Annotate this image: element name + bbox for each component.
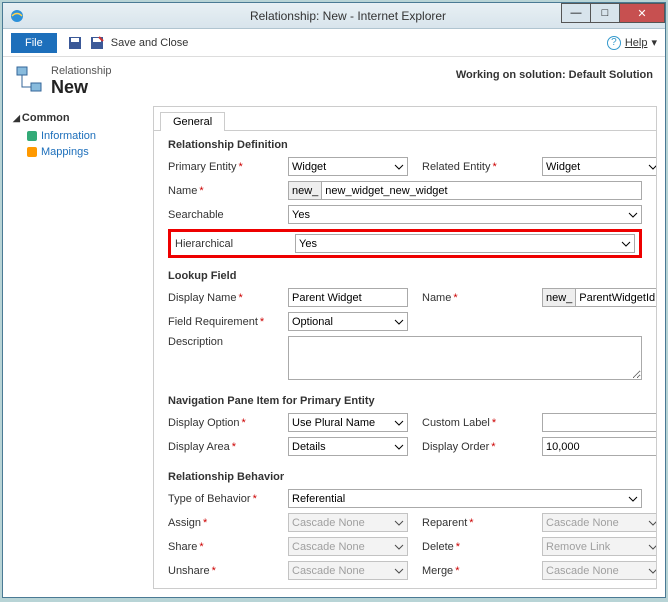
content-panel: General Relationship Definition Primary … [153, 106, 657, 589]
searchable-select[interactable]: Yes [288, 205, 642, 224]
save-close-button[interactable]: Save and Close [111, 37, 189, 49]
section-nav: Navigation Pane Item for Primary Entity [168, 395, 642, 407]
section-rel-def: Relationship Definition [168, 139, 642, 151]
mappings-icon [27, 147, 37, 157]
section-lookup: Lookup Field [168, 270, 642, 282]
lookup-name-input[interactable] [575, 288, 657, 307]
unshare-select: Cascade None [288, 561, 408, 580]
assign-select: Cascade None [288, 513, 408, 532]
lookup-name-prefix: new_ [542, 288, 575, 307]
sidebar-item-information[interactable]: Information [13, 128, 143, 144]
description-textarea[interactable] [288, 336, 642, 380]
display-name-input[interactable] [288, 288, 408, 307]
delete-select: Remove Link [542, 537, 657, 556]
entity-type: Relationship [51, 65, 112, 77]
sidebar-item-mappings[interactable]: Mappings [13, 144, 143, 160]
ie-icon [9, 8, 25, 24]
reparent-select: Cascade None [542, 513, 657, 532]
toolbar: File Save and Close ? Help ▾ [3, 29, 665, 57]
relationship-icon [15, 65, 43, 93]
help-icon: ? [607, 36, 621, 50]
header: Relationship New Working on solution: De… [3, 57, 665, 106]
field-requirement-select[interactable]: Optional [288, 312, 408, 331]
name-prefix: new_ [288, 181, 321, 200]
sidebar: ◢Common Information Mappings [3, 106, 153, 597]
custom-label-input [542, 413, 657, 432]
hierarchical-highlight: HierarchicalYes [168, 229, 642, 258]
file-menu[interactable]: File [11, 33, 57, 53]
primary-entity-select[interactable]: Widget [288, 157, 408, 176]
window: Relationship: New - Internet Explorer — … [2, 2, 666, 598]
tab-general[interactable]: General [160, 112, 225, 131]
behavior-type-select[interactable]: Referential [288, 489, 642, 508]
related-entity-select[interactable]: Widget [542, 157, 657, 176]
help-menu[interactable]: ? Help ▾ [607, 36, 657, 50]
merge-select: Cascade None [542, 561, 657, 580]
share-select: Cascade None [288, 537, 408, 556]
display-area-select[interactable]: Details [288, 437, 408, 456]
entity-name: New [51, 77, 112, 98]
sidebar-group-common[interactable]: ◢Common [13, 112, 143, 124]
name-input[interactable] [321, 181, 642, 200]
section-behavior: Relationship Behavior [168, 471, 642, 483]
display-order-input[interactable] [542, 437, 657, 456]
minimize-button[interactable]: — [561, 3, 591, 23]
display-option-select[interactable]: Use Plural Name [288, 413, 408, 432]
save-close-icon[interactable] [89, 35, 105, 51]
close-button[interactable]: ✕ [619, 3, 665, 23]
titlebar: Relationship: New - Internet Explorer — … [3, 3, 665, 29]
maximize-button[interactable]: □ [590, 3, 620, 23]
hierarchical-select[interactable]: Yes [295, 234, 635, 253]
solution-label: Working on solution: Default Solution [456, 69, 653, 81]
save-icon[interactable] [67, 35, 83, 51]
info-icon [27, 131, 37, 141]
